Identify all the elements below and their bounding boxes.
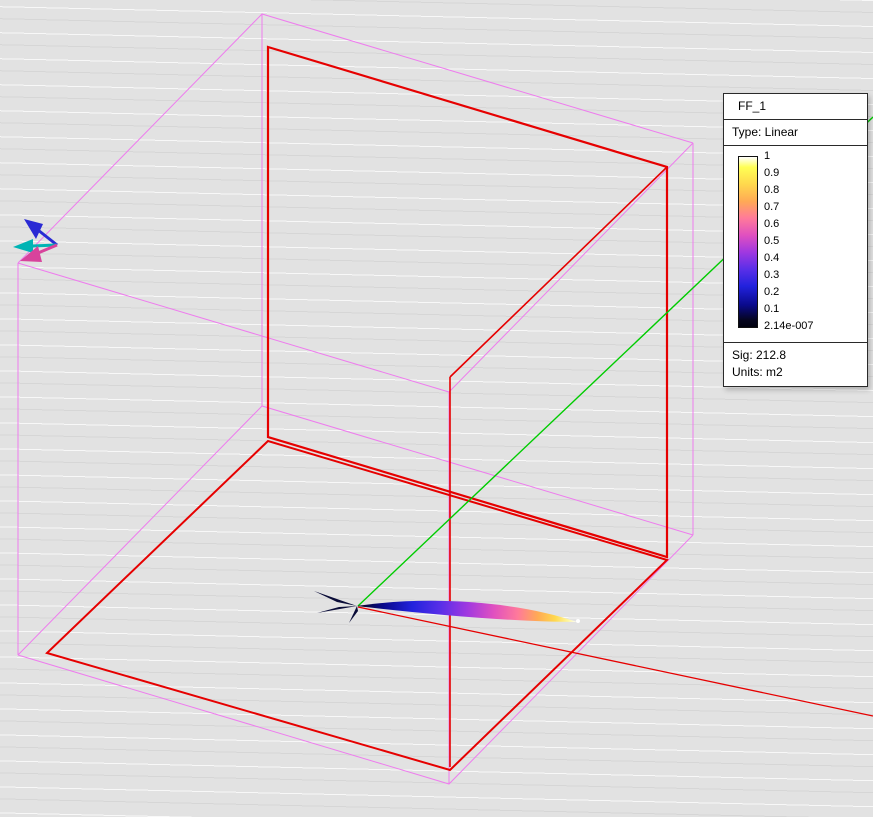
farfield-backlobe-lower (317, 606, 357, 613)
axis-arrow-blue-icon (24, 219, 43, 239)
colorbar-tick: 0.8 (764, 185, 814, 196)
farfield-backlobe-upper (314, 591, 357, 606)
legend-units-value: Units: m2 (732, 364, 867, 381)
plate-horizontal-ground[interactable] (47, 441, 667, 770)
colorbar-tick: 0.6 (764, 219, 814, 230)
legend-type-label: Type: Linear (724, 120, 867, 146)
legend-panel[interactable]: FF_1 Type: Linear 1 0.9 0.8 0.7 0.6 0.5 … (723, 93, 868, 387)
colorbar-tick: 1 (764, 151, 814, 162)
farfield-lobe[interactable] (314, 591, 580, 623)
farfield-lobe-tip-highlight (576, 619, 580, 623)
plate-vertical-side[interactable] (450, 167, 667, 767)
colorbar-tick: 2.14e-007 (764, 321, 814, 332)
legend-sig-value: Sig: 212.8 (732, 347, 867, 364)
colorbar-tick: 0.9 (764, 168, 814, 179)
colorbar-tick: 0.3 (764, 270, 814, 281)
colorbar-tick: 0.7 (764, 202, 814, 213)
colorbar-ticks: 1 0.9 0.8 0.7 0.6 0.5 0.4 0.3 0.2 0.1 2.… (764, 151, 814, 332)
farfield-mainlobe (357, 601, 577, 622)
ray-red-axis (358, 607, 873, 716)
legend-footer: Sig: 212.8 Units: m2 (724, 342, 867, 386)
legend-title: FF_1 (724, 94, 867, 120)
colorbar-tick: 0.1 (764, 304, 814, 315)
colorbar-gradient (738, 156, 758, 328)
bounding-box-edges (18, 14, 693, 784)
axis-triad (13, 219, 57, 262)
3d-view-background-grid[interactable]: FF_1 Type: Linear 1 0.9 0.8 0.7 0.6 0.5 … (0, 0, 873, 817)
axis-arrow-cyan-icon (13, 239, 33, 253)
colorbar-tick: 0.2 (764, 287, 814, 298)
bounding-box-wireframe (18, 14, 693, 784)
geometry-plates (47, 47, 667, 770)
colorbar-tick: 0.4 (764, 253, 814, 264)
farfield-backlobe-small (349, 606, 358, 623)
colorbar-tick: 0.5 (764, 236, 814, 247)
plate-vertical-back[interactable] (268, 47, 667, 557)
legend-colorbar-section: 1 0.9 0.8 0.7 0.6 0.5 0.4 0.3 0.2 0.1 2.… (724, 146, 867, 342)
